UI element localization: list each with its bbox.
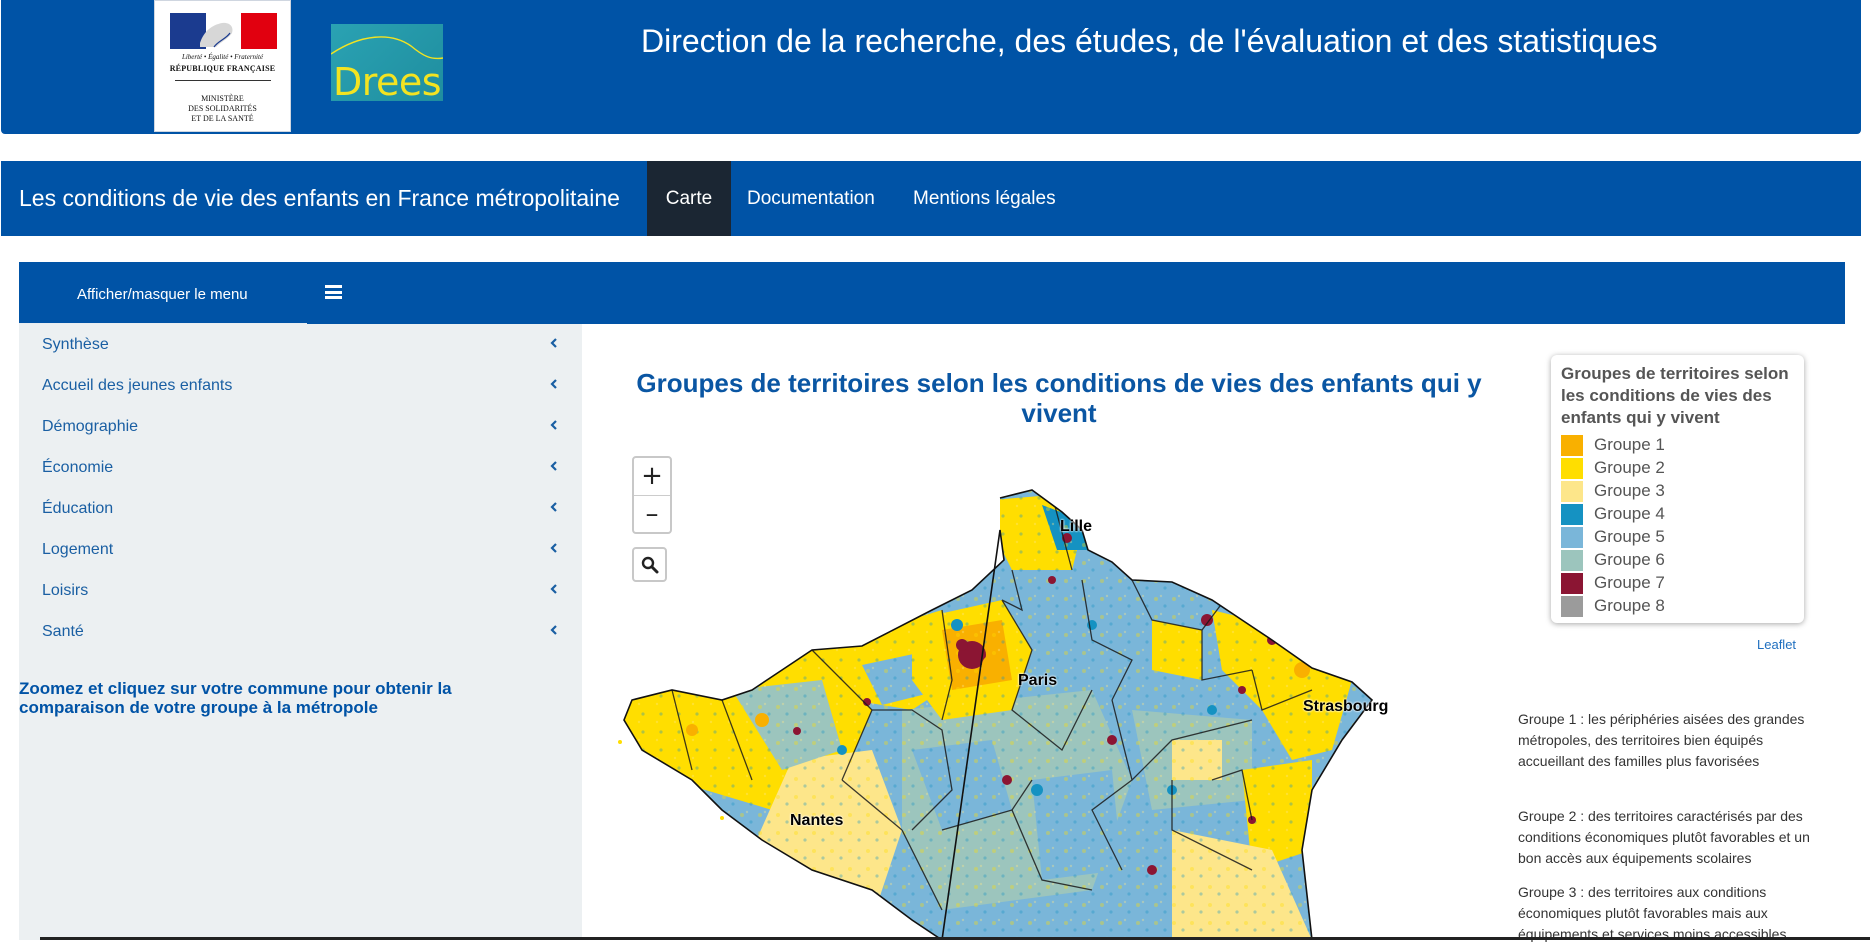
legend-item: Groupe 6 <box>1561 548 1781 571</box>
ministry-name: MINISTÈRE DES SOLIDARITÉS ET DE LA SANTÉ <box>155 94 290 124</box>
menu-toggle-bar: Afficher/masquer le menu <box>19 262 1845 325</box>
choropleth-map[interactable] <box>612 450 1412 940</box>
leaflet-attribution-link[interactable]: Leaflet <box>1757 637 1796 652</box>
legend-label: Groupe 8 <box>1594 596 1665 615</box>
hamburger-icon[interactable] <box>325 285 342 299</box>
legend-swatch <box>1561 596 1583 617</box>
legend-item: Groupe 4 <box>1561 502 1781 525</box>
legend-label: Groupe 7 <box>1594 573 1665 592</box>
legend-label: Groupe 6 <box>1594 550 1665 569</box>
chevron-left-icon <box>550 502 557 512</box>
sidebar-hint: Zoomez et cliquez sur votre commune pour… <box>19 679 452 717</box>
ministry-name-line: ET DE LA SANTÉ <box>191 114 254 123</box>
ministry-name-line: DES SOLIDARITÉS <box>188 104 257 113</box>
sidebar-item-economie[interactable]: Économie <box>19 447 582 487</box>
sidebar-item-synthese[interactable]: Synthèse <box>19 324 582 364</box>
sidebar-item-label: Éducation <box>42 500 114 517</box>
legend-item: Groupe 1 <box>1561 433 1781 456</box>
city-label-nantes: Nantes <box>790 812 844 829</box>
legend-swatch <box>1561 435 1583 456</box>
legend-item: Groupe 2 <box>1561 456 1781 479</box>
ministry-logo[interactable]: Liberté • Égalité • Fraternité RÉPUBLIQU… <box>154 0 291 132</box>
group-description: Groupe 1 : les périphéries aisées des gr… <box>1518 711 1805 769</box>
legend-swatch <box>1561 458 1583 479</box>
chevron-left-icon <box>550 584 557 594</box>
ministry-motto: Liberté • Égalité • Fraternité <box>181 53 264 61</box>
city-label-paris: Paris <box>1018 672 1058 689</box>
map-title: Groupes de territoires selon les conditi… <box>636 368 1482 428</box>
drees-logo-text: Drees <box>333 60 442 101</box>
nav-tab-carte[interactable]: Carte <box>647 161 731 236</box>
sidebar-item-label: Démographie <box>42 418 139 435</box>
menu-toggle-button[interactable]: Afficher/masquer le menu <box>77 262 248 328</box>
group-description: Groupe 2 : des territoires caractérisés … <box>1518 808 1810 866</box>
sidebar-item-label: Synthèse <box>42 336 109 353</box>
chevron-left-icon <box>550 338 557 348</box>
republic-label: RÉPUBLIQUE FRANÇAISE <box>169 64 276 73</box>
drees-logo[interactable]: Drees <box>331 24 443 101</box>
logo-divider <box>175 80 271 81</box>
legend-label: Groupe 3 <box>1594 481 1665 500</box>
city-label-strasbourg: Strasbourg <box>1303 698 1389 715</box>
site-header: Liberté • Égalité • Fraternité RÉPUBLIQU… <box>1 0 1861 134</box>
chevron-left-icon <box>550 420 557 430</box>
legend-swatch <box>1561 573 1583 594</box>
chevron-left-icon <box>550 543 557 553</box>
ministry-name-line: MINISTÈRE <box>201 94 244 103</box>
marianne-flag-icon <box>170 13 277 49</box>
sidebar-item-loisirs[interactable]: Loisirs <box>19 570 582 610</box>
app-navbar: Les conditions de vie des enfants en Fra… <box>1 161 1861 236</box>
legend-swatch <box>1561 504 1583 525</box>
legend-item: Groupe 8 <box>1561 594 1781 617</box>
nav-tab-mentions-legales[interactable]: Mentions légales <box>913 161 1056 236</box>
zoom-out-button[interactable]: – <box>634 496 670 533</box>
legend-item: Groupe 7 <box>1561 571 1781 594</box>
legend-item: Groupe 5 <box>1561 525 1781 548</box>
group-description: Groupe 3 : des territoires aux condition… <box>1518 884 1787 942</box>
city-label-lille: Lille <box>1060 518 1093 535</box>
chevron-left-icon <box>550 625 557 635</box>
sidebar-item-education[interactable]: Éducation <box>19 488 582 528</box>
sidebar-item-label: Économie <box>42 459 114 476</box>
sidebar: Synthèse Accueil des jeunes enfants Démo… <box>19 324 582 940</box>
map-legend: Groupes de territoires selon les conditi… <box>1551 355 1804 623</box>
legend-label: Groupe 5 <box>1594 527 1665 546</box>
app-title[interactable]: Les conditions de vie des enfants en Fra… <box>19 161 620 236</box>
chevron-left-icon <box>550 461 557 471</box>
chevron-left-icon <box>550 379 557 389</box>
sidebar-item-logement[interactable]: Logement <box>19 529 582 569</box>
sidebar-item-demographie[interactable]: Démographie <box>19 406 582 446</box>
nav-tab-documentation[interactable]: Documentation <box>747 161 875 236</box>
legend-item: Groupe 3 <box>1561 479 1781 502</box>
legend-swatch <box>1561 550 1583 571</box>
map-search-button[interactable] <box>632 547 667 582</box>
sidebar-item-label: Santé <box>42 623 84 640</box>
sidebar-item-accueil[interactable]: Accueil des jeunes enfants <box>19 365 582 405</box>
legend-swatch <box>1561 527 1583 548</box>
sidebar-item-label: Loisirs <box>42 582 89 599</box>
sidebar-item-label: Accueil des jeunes enfants <box>42 377 233 394</box>
legend-title: Groupes de territoires selon les conditi… <box>1561 364 1789 427</box>
sidebar-item-label: Logement <box>42 541 114 558</box>
zoom-control: + – <box>632 456 672 534</box>
france-map-graphic <box>618 489 1374 940</box>
page-title: Direction de la recherche, des études, d… <box>641 23 1658 59</box>
legend-label: Groupe 1 <box>1594 435 1665 454</box>
search-icon <box>641 556 659 574</box>
sidebar-item-sante[interactable]: Santé <box>19 611 582 651</box>
legend-label: Groupe 2 <box>1594 458 1665 477</box>
legend-label: Groupe 4 <box>1594 504 1665 523</box>
legend-swatch <box>1561 481 1583 502</box>
zoom-in-button[interactable]: + <box>634 458 670 496</box>
